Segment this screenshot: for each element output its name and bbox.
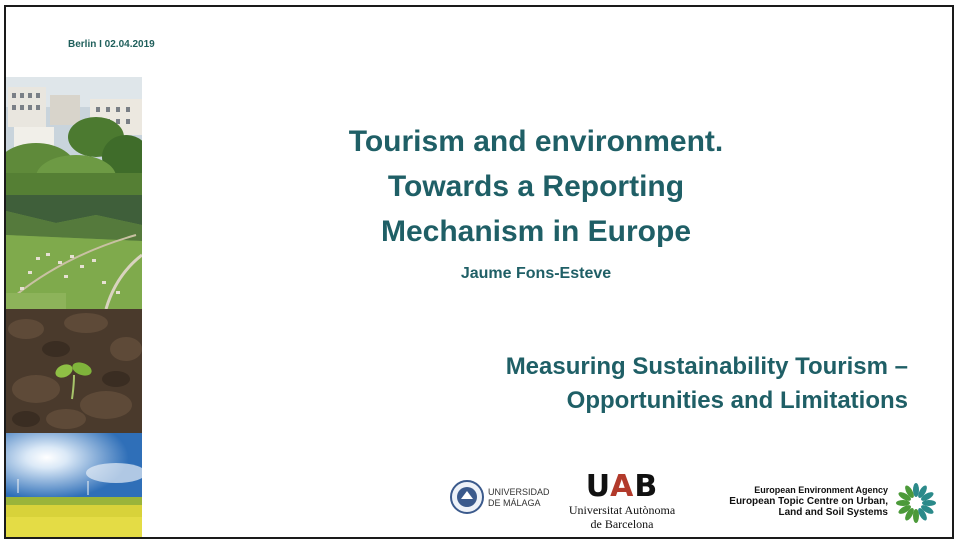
- uab-letter: A: [610, 469, 635, 504]
- slide-title: Tourism and environment. Towards a Repor…: [236, 119, 836, 254]
- uma-line: UNIVERSIDAD: [488, 487, 550, 497]
- eea-topic-centre: Land and Soil Systems: [778, 507, 888, 518]
- city-buildings-photo: [6, 77, 142, 195]
- subtitle-line: Opportunities and Limitations: [566, 387, 908, 414]
- eea-agency-name: European Environment Agency: [754, 485, 888, 495]
- university-seal-icon: [450, 480, 484, 514]
- uab-letter: B: [634, 469, 659, 504]
- eea-topic-centre: European Topic Centre on Urban,: [729, 496, 888, 507]
- sunny-field-photo: [6, 433, 142, 537]
- uab-logo: UAB Universitat Autònoma de Barcelona: [562, 471, 682, 533]
- seedling-soil-photo: [6, 309, 142, 433]
- uab-name-line: Universitat Autònoma: [568, 503, 676, 517]
- slide: Berlin I 02.04.2019 Tourism and environm…: [4, 5, 954, 539]
- uab-letter: U: [585, 469, 611, 504]
- photo-strip: [6, 77, 142, 537]
- uab-wordmark: UAB: [562, 471, 682, 503]
- title-line: Tourism and environment.: [348, 125, 724, 158]
- eea-logo: European Environment Agency European Top…: [708, 481, 948, 525]
- title-line: Mechanism in Europe: [380, 215, 692, 248]
- eea-emblem-icon: [896, 483, 936, 523]
- slide-subtitle: Measuring Sustainability Tourism – Oppor…: [506, 350, 908, 418]
- uab-name-line: de Barcelona: [590, 517, 654, 531]
- universidad-malaga-logo: UNIVERSIDAD DE MÁLAGA: [450, 477, 550, 521]
- author-name: Jaume Fons-Esteve: [460, 265, 612, 282]
- dateline: Berlin I 02.04.2019: [68, 39, 155, 50]
- subtitle-line: Measuring Sustainability Tourism –: [505, 353, 908, 380]
- uma-line: DE MÁLAGA: [488, 498, 541, 508]
- alpine-valley-photo: [6, 195, 142, 309]
- title-line: Towards a Reporting: [387, 170, 685, 203]
